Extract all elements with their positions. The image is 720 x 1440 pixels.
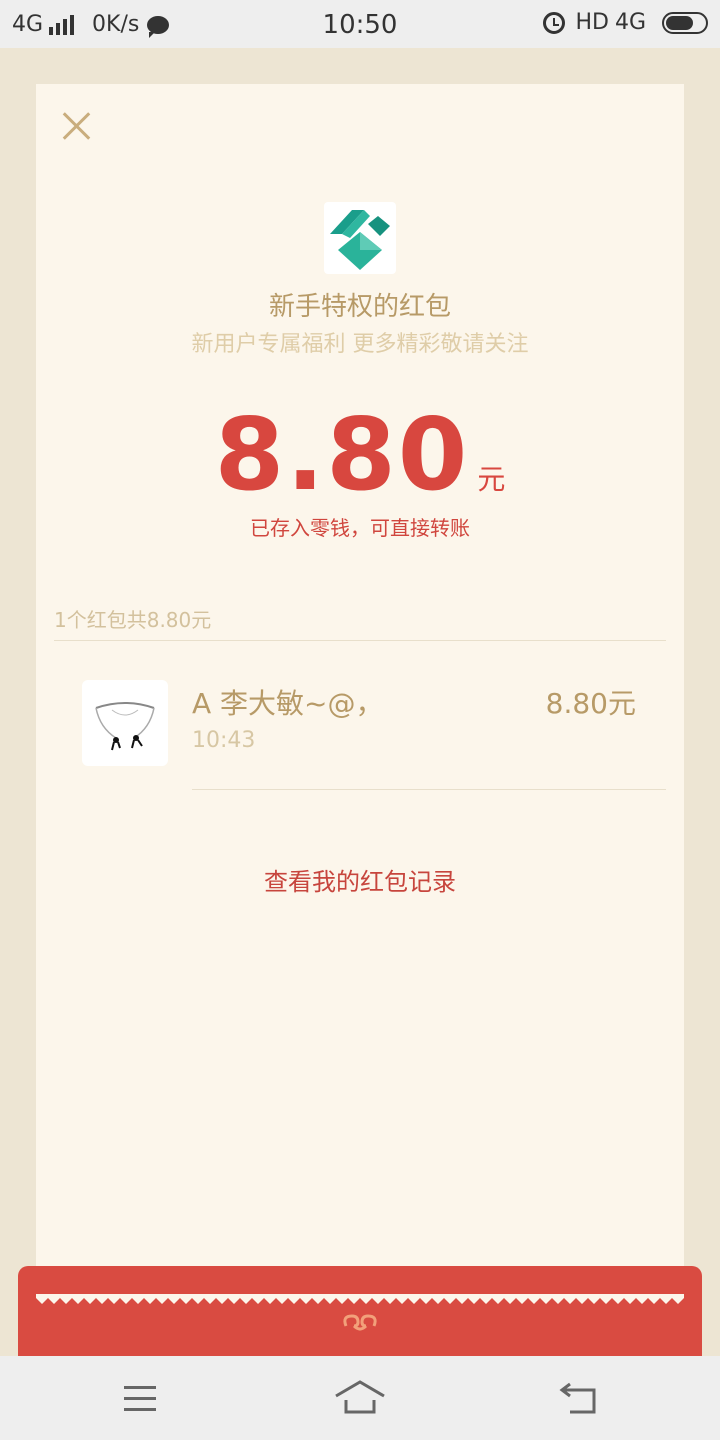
close-icon[interactable] xyxy=(56,106,96,146)
amount-row: 8.80 元 xyxy=(36,396,684,513)
record-sender-name: A 李大敏~@， xyxy=(192,687,384,720)
packet-count-summary: 1个红包共8.80元 xyxy=(54,608,212,632)
app-logo-icon xyxy=(324,202,396,274)
envelope-bottom xyxy=(18,1266,702,1358)
menu-icon[interactable] xyxy=(110,1374,170,1422)
hd-label: HD xyxy=(575,10,609,35)
home-icon[interactable] xyxy=(330,1374,390,1422)
red-packet-panel: 新手特权的红包 新用户专属福利 更多精彩敬请关注 8.80 元 已存入零钱，可直… xyxy=(36,84,684,1300)
screen: 4G 0K/s 10:50 HD 4G 新手特权的红包 新用户专属福利 更多精彩… xyxy=(0,0,720,1440)
divider xyxy=(192,789,666,790)
battery-icon xyxy=(662,11,708,34)
record-time: 10:43 xyxy=(192,728,256,753)
status-right: HD 4G xyxy=(543,10,708,35)
amount-value: 8.80 xyxy=(214,396,470,513)
navigation-bar xyxy=(0,1356,720,1440)
divider xyxy=(54,640,666,641)
back-icon[interactable] xyxy=(550,1374,610,1422)
status-bar: 4G 0K/s 10:50 HD 4G xyxy=(0,0,720,48)
amount-unit: 元 xyxy=(477,463,506,496)
zigzag-edge xyxy=(36,1294,684,1304)
alarm-icon xyxy=(543,11,566,34)
view-history-link[interactable]: 查看我的红包记录 xyxy=(36,862,684,897)
avatar xyxy=(82,680,168,766)
saved-note: 已存入零钱，可直接转账 xyxy=(250,516,470,540)
record-amount: 8.80元 xyxy=(545,687,636,720)
list-item[interactable]: A 李大敏~@， 10:43 8.80元 xyxy=(82,680,666,790)
cloud-emblem-icon xyxy=(343,1314,377,1331)
network-4g-label: 4G xyxy=(614,10,646,35)
packet-title: 新手特权的红包 xyxy=(268,292,451,322)
packet-subtitle: 新用户专属福利 更多精彩敬请关注 xyxy=(191,332,529,357)
